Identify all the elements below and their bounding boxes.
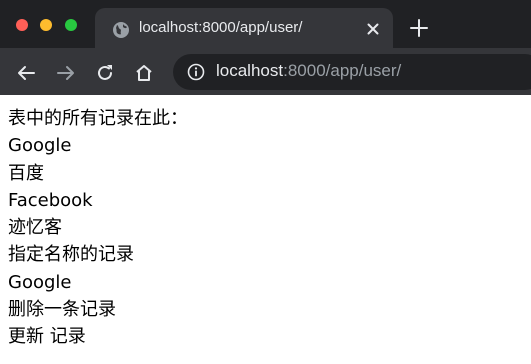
page-heading: 表中的所有记录在此： — [8, 108, 188, 129]
record-line: Facebook — [8, 189, 93, 211]
url-text[interactable]: localhost:8000/app/user/ — [216, 61, 401, 81]
record-line: 百度 — [8, 162, 44, 184]
back-arrow-icon[interactable] — [15, 62, 37, 84]
forward-arrow-icon[interactable] — [55, 62, 77, 84]
close-icon[interactable] — [363, 19, 383, 39]
reload-icon[interactable] — [94, 62, 116, 84]
url-host: localhost — [216, 61, 284, 80]
window-maximize-button[interactable] — [65, 19, 77, 31]
browser-toolbar: localhost:8000/app/user/ — [0, 48, 531, 95]
address-bar[interactable]: localhost:8000/app/user/ — [173, 54, 531, 90]
info-icon[interactable] — [187, 63, 205, 81]
home-icon[interactable] — [133, 62, 155, 84]
plus-icon[interactable] — [408, 17, 430, 39]
record-line: 迹忆客 — [8, 217, 62, 239]
section-label: 指定名称的记录 — [8, 244, 134, 266]
section-label: 更新 记录 — [8, 326, 86, 348]
globe-icon — [112, 21, 130, 39]
window-minimize-button[interactable] — [40, 19, 52, 31]
record-line: Google — [8, 271, 72, 293]
record-line: Google — [8, 135, 72, 157]
url-path: :8000/app/user/ — [283, 61, 402, 80]
page-content: 表中的所有记录在此： Google 百度 Facebook 迹忆客 指定名称的记… — [8, 105, 523, 351]
window-close-button[interactable] — [16, 19, 28, 31]
tab-title: localhost:8000/app/user/ — [139, 19, 303, 36]
section-label: 删除一条记录 — [8, 299, 116, 321]
browser-window: localhost:8000/app/user/ localhost:8000/… — [0, 0, 531, 364]
